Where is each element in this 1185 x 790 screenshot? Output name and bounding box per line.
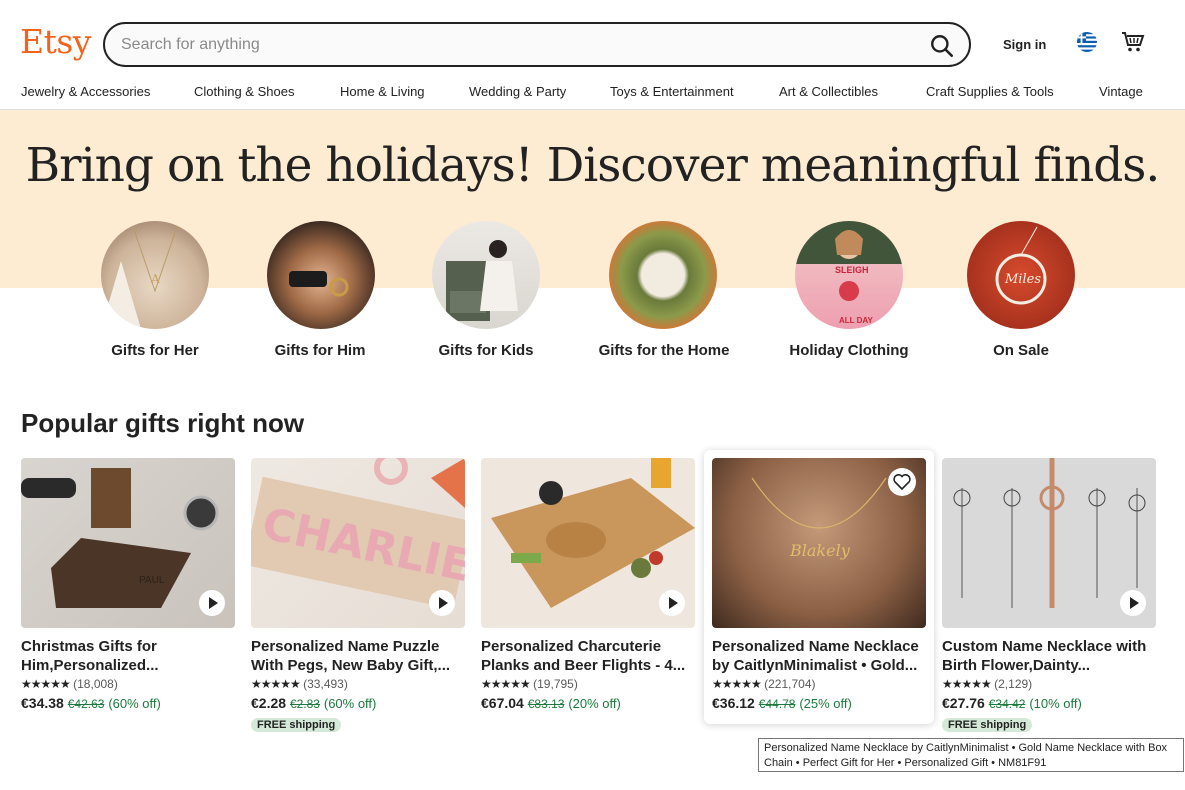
product-rating: ★★★★★ (19,795)	[481, 677, 695, 695]
original-price: €2.83	[289, 697, 320, 711]
category-nav: Jewelry & Accessories Clothing & Shoes H…	[0, 84, 1185, 110]
product-card[interactable]: CHARLIE Personalized Name Puzzle With Pe…	[251, 458, 465, 733]
product-rating: ★★★★★ (2,129)	[942, 677, 1156, 695]
free-shipping-badge: FREE shipping	[942, 718, 1033, 732]
product-title[interactable]: Personalized Name Necklace by CaitlynMin…	[712, 637, 926, 675]
product-rating: ★★★★★ (33,493)	[251, 677, 465, 695]
original-price: €34.42	[988, 697, 1026, 711]
product-card-hovered[interactable]: Blakely Personalized Name Necklace by Ca…	[704, 450, 934, 724]
svg-text:Blakely: Blakely	[789, 541, 851, 560]
on-sale-image[interactable]: Miles	[967, 221, 1075, 329]
sale-price: €27.76	[942, 695, 985, 711]
product-title-tooltip: Personalized Name Necklace by CaitlynMin…	[758, 738, 1184, 772]
play-video-icon[interactable]	[659, 590, 685, 616]
gifts-for-him-image[interactable]	[267, 221, 375, 329]
discount-badge: (60% off)	[108, 696, 161, 711]
gifts-for-the-home-image[interactable]	[609, 221, 717, 329]
svg-text:Miles: Miles	[1004, 272, 1041, 287]
play-video-icon[interactable]	[1120, 590, 1146, 616]
category-wedding[interactable]: Wedding & Party	[469, 84, 566, 99]
price-row: €34.38 €42.63 (60% off)	[21, 695, 235, 715]
review-count: (221,704)	[764, 677, 816, 691]
gifts-for-her-image[interactable]: A	[101, 221, 209, 329]
price-row: €67.04 €83.13 (20% off)	[481, 695, 695, 715]
search-icon[interactable]	[929, 33, 955, 59]
on-sale-label[interactable]: On Sale	[931, 342, 1111, 359]
product-image[interactable]	[481, 458, 695, 628]
price-row: €2.28 €2.83 (60% off)	[251, 695, 465, 715]
svg-text:PAUL: PAUL	[139, 575, 165, 586]
star-rating-icon: ★★★★★	[942, 677, 992, 691]
product-title[interactable]: Personalized Charcuterie Planks and Beer…	[481, 637, 695, 675]
review-count: (18,008)	[73, 677, 118, 691]
category-art[interactable]: Art & Collectibles	[779, 84, 878, 99]
product-rating: ★★★★★ (18,008)	[21, 677, 235, 695]
sale-price: €36.12	[712, 695, 755, 711]
play-video-icon[interactable]	[199, 590, 225, 616]
sale-price: €67.04	[481, 695, 524, 711]
category-toys[interactable]: Toys & Entertainment	[610, 84, 734, 99]
gifts-for-her-label[interactable]: Gifts for Her	[65, 342, 245, 359]
product-card[interactable]: PAUL Christmas Gifts for Him,Personalize…	[21, 458, 235, 715]
star-rating-icon: ★★★★★	[251, 677, 301, 691]
price-row: €27.76 €34.42 (10% off)	[942, 695, 1156, 715]
product-card[interactable]: Custom Name Necklace with Birth Flower,D…	[942, 458, 1156, 733]
product-image[interactable]: Blakely	[712, 458, 926, 628]
gifts-for-him-label[interactable]: Gifts for Him	[230, 342, 410, 359]
review-count: (33,493)	[303, 677, 348, 691]
product-card[interactable]: Personalized Charcuterie Planks and Beer…	[481, 458, 695, 715]
holiday-clothing-image[interactable]: SLEIGH ALL DAY	[795, 221, 903, 329]
free-shipping-badge: FREE shipping	[251, 718, 342, 732]
discount-badge: (10% off)	[1029, 696, 1082, 711]
product-image[interactable]	[942, 458, 1156, 628]
favorite-heart-icon[interactable]	[888, 468, 916, 496]
cart-icon[interactable]	[1121, 31, 1145, 53]
original-price: €42.63	[67, 697, 105, 711]
product-rating: ★★★★★ (221,704)	[712, 677, 926, 695]
svg-text:A: A	[150, 272, 160, 286]
greece-flag-icon[interactable]	[1077, 32, 1097, 52]
category-jewelry[interactable]: Jewelry & Accessories	[21, 84, 150, 99]
search-input[interactable]	[121, 34, 901, 56]
original-price: €44.78	[758, 697, 796, 711]
sale-price: €34.38	[21, 695, 64, 711]
svg-text:SLEIGH: SLEIGH	[835, 265, 869, 275]
product-image[interactable]: PAUL	[21, 458, 235, 628]
etsy-logo[interactable]: Etsy	[20, 22, 91, 61]
popular-gifts-heading: Popular gifts right now	[21, 408, 305, 438]
review-count: (2,129)	[994, 677, 1033, 691]
sale-price: €2.28	[251, 695, 287, 711]
discount-badge: (60% off)	[323, 696, 377, 711]
search-bar[interactable]	[103, 22, 971, 67]
category-craft[interactable]: Craft Supplies & Tools	[926, 84, 1054, 99]
site-header: Etsy Sign in	[0, 0, 1185, 80]
star-rating-icon: ★★★★★	[21, 677, 71, 691]
product-title[interactable]: Christmas Gifts for Him,Personalized...	[21, 637, 235, 675]
play-video-icon[interactable]	[429, 590, 455, 616]
product-image[interactable]: CHARLIE	[251, 458, 465, 628]
category-home[interactable]: Home & Living	[340, 84, 425, 99]
gifts-for-the-home-label[interactable]: Gifts for the Home	[574, 342, 754, 359]
original-price: €83.13	[527, 697, 565, 711]
star-rating-icon: ★★★★★	[481, 677, 531, 691]
sign-in-link[interactable]: Sign in	[1003, 37, 1046, 52]
price-row: €36.12 €44.78 (25% off)	[712, 695, 926, 715]
product-title[interactable]: Personalized Name Puzzle With Pegs, New …	[251, 637, 465, 675]
product-title[interactable]: Custom Name Necklace with Birth Flower,D…	[942, 637, 1156, 675]
category-clothing[interactable]: Clothing & Shoes	[194, 84, 294, 99]
category-vintage[interactable]: Vintage	[1099, 84, 1143, 99]
holiday-clothing-label[interactable]: Holiday Clothing	[759, 342, 939, 359]
discount-badge: (20% off)	[568, 696, 621, 711]
gifts-for-kids-image[interactable]	[432, 221, 540, 329]
svg-text:ALL DAY: ALL DAY	[839, 316, 873, 325]
hero-title: Bring on the holidays! Discover meaningf…	[25, 138, 1161, 193]
review-count: (19,795)	[533, 677, 578, 691]
discount-badge: (25% off)	[799, 696, 852, 711]
gifts-for-kids-label[interactable]: Gifts for Kids	[396, 342, 576, 359]
star-rating-icon: ★★★★★	[712, 677, 762, 691]
